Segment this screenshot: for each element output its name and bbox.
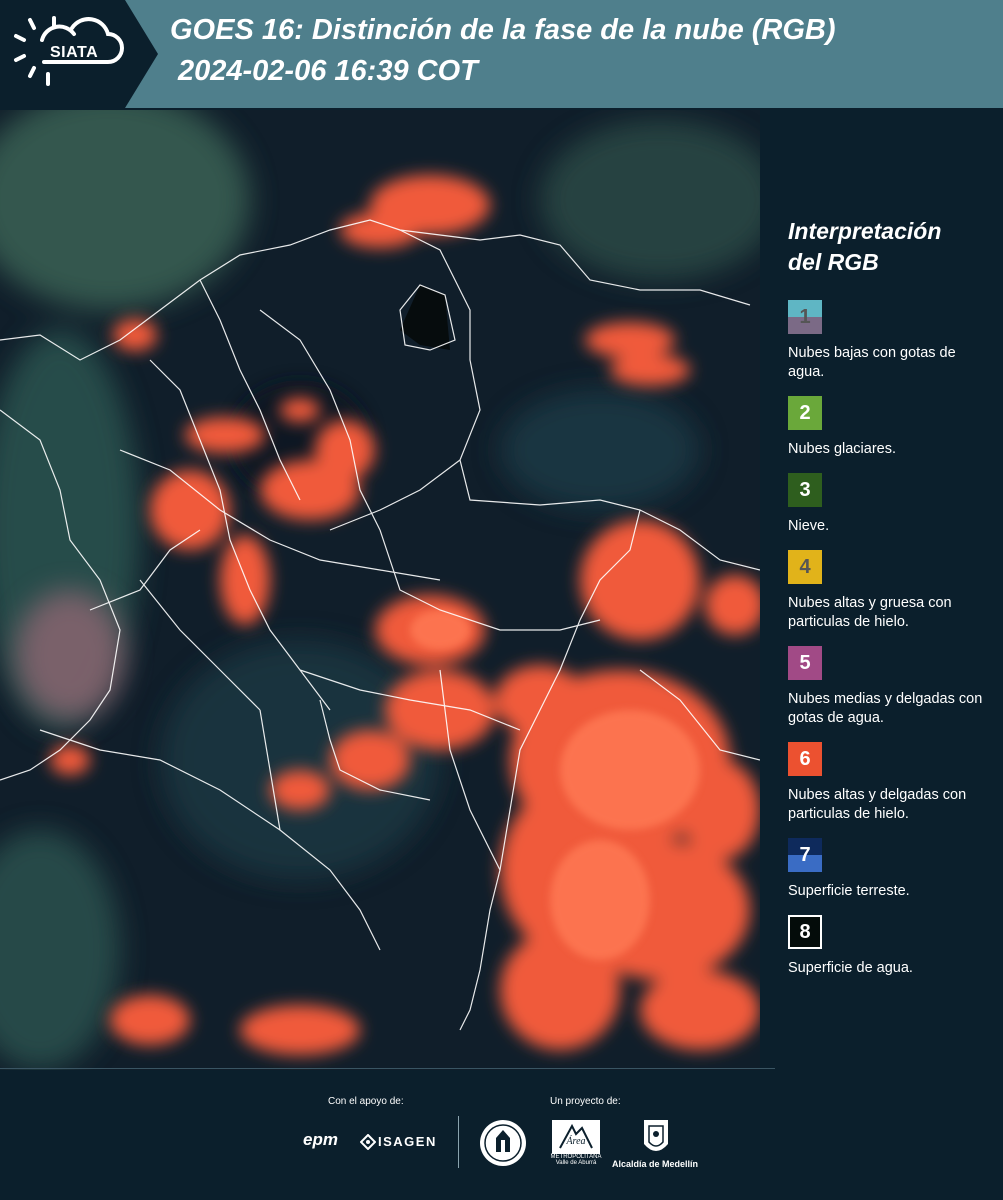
legend-swatch-6: 6: [788, 742, 822, 776]
siata-logo: SIATA: [0, 0, 158, 108]
legend-number: 8: [799, 920, 811, 943]
legend-label: Nubes altas y gruesa con particulas de h…: [788, 595, 952, 630]
legend-number: 6: [799, 747, 811, 770]
footer-separator: [0, 1068, 775, 1069]
government-seal-icon: [480, 1120, 526, 1166]
satellite-map: [0, 110, 760, 1070]
page-timestamp: 2024-02-06 16:39 COT: [178, 55, 478, 87]
legend-swatch-8: 8: [788, 915, 822, 949]
footer-divider: [458, 1116, 459, 1168]
legend-swatch-5: 5: [788, 646, 822, 680]
legend-title-line2: del RGB: [788, 249, 879, 275]
legend-item-1: 1 Nubes bajas con gotas de agua.: [788, 300, 988, 382]
legend-number: 1: [799, 305, 811, 328]
isagen-icon: [360, 1134, 376, 1150]
legend-label: Superficie de agua.: [788, 960, 913, 976]
legend-item-2: 2 Nubes glaciares.: [788, 396, 988, 459]
epm-logo: epm: [303, 1130, 338, 1149]
alcaldia-medellin-text: Alcaldía de Medellín: [612, 1159, 699, 1169]
legend-item-8: 8 Superficie de agua.: [788, 915, 988, 978]
legend-number: 2: [799, 401, 811, 424]
header: SIATA GOES 16: Distinción de la fase de …: [0, 0, 1003, 108]
legend-item-3: 3 Nieve.: [788, 473, 988, 536]
support-label: Con el apoyo de:: [328, 1096, 404, 1107]
legend-swatch-1: 1: [788, 300, 822, 334]
legend-item-6: 6 Nubes altas y delgadas con particulas …: [788, 742, 988, 824]
legend-label: Nubes medias y delgadas con gotas de agu…: [788, 691, 983, 726]
legend-title: Interpretación del RGB: [788, 216, 988, 278]
medellin-shield-icon: [644, 1120, 668, 1151]
legend-swatch-7: 7: [788, 838, 822, 872]
legend-number: 7: [799, 843, 811, 866]
legend-number: 3: [799, 478, 811, 501]
legend-label: Nieve.: [788, 518, 830, 534]
area-metropolitana-text: METROPOLITANA Valle de Aburrá: [550, 1154, 602, 1166]
legend-swatch-4: 4: [788, 550, 822, 584]
legend-number: 4: [799, 555, 811, 578]
legend-label: Nubes altas y delgadas con particulas de…: [788, 787, 967, 822]
page-title: GOES 16: Distinción de la fase de la nub…: [170, 14, 836, 46]
svg-text:Área: Área: [565, 1135, 585, 1147]
legend-item-4: 4 Nubes altas y gruesa con particulas de…: [788, 550, 988, 632]
isagen-logo: ISAGEN: [378, 1134, 437, 1149]
legend-title-line1: Interpretación: [788, 218, 942, 244]
legend-label: Superficie terreste.: [788, 883, 910, 899]
rgb-satellite-image: [0, 110, 760, 1070]
legend-label: Nubes bajas con gotas de agua.: [788, 345, 956, 380]
legend-swatch-3: 3: [788, 473, 822, 507]
legend-number: 5: [799, 651, 811, 674]
legend-swatch-2: 2: [788, 396, 822, 430]
area-metropolitana-logo: Área: [552, 1120, 600, 1154]
legend-item-7: 7 Superficie terreste.: [788, 838, 988, 901]
legend-label: Nubes glaciares.: [788, 441, 896, 457]
footer: Con el apoyo de: Un proyecto de: epm ISA…: [0, 1070, 1003, 1200]
legend-item-5: 5 Nubes medias y delgadas con gotas de a…: [788, 646, 988, 728]
project-label: Un proyecto de:: [550, 1096, 621, 1107]
legend: Interpretación del RGB 1 Nubes bajas con…: [788, 216, 988, 992]
siata-logo-text: SIATA: [50, 44, 99, 61]
